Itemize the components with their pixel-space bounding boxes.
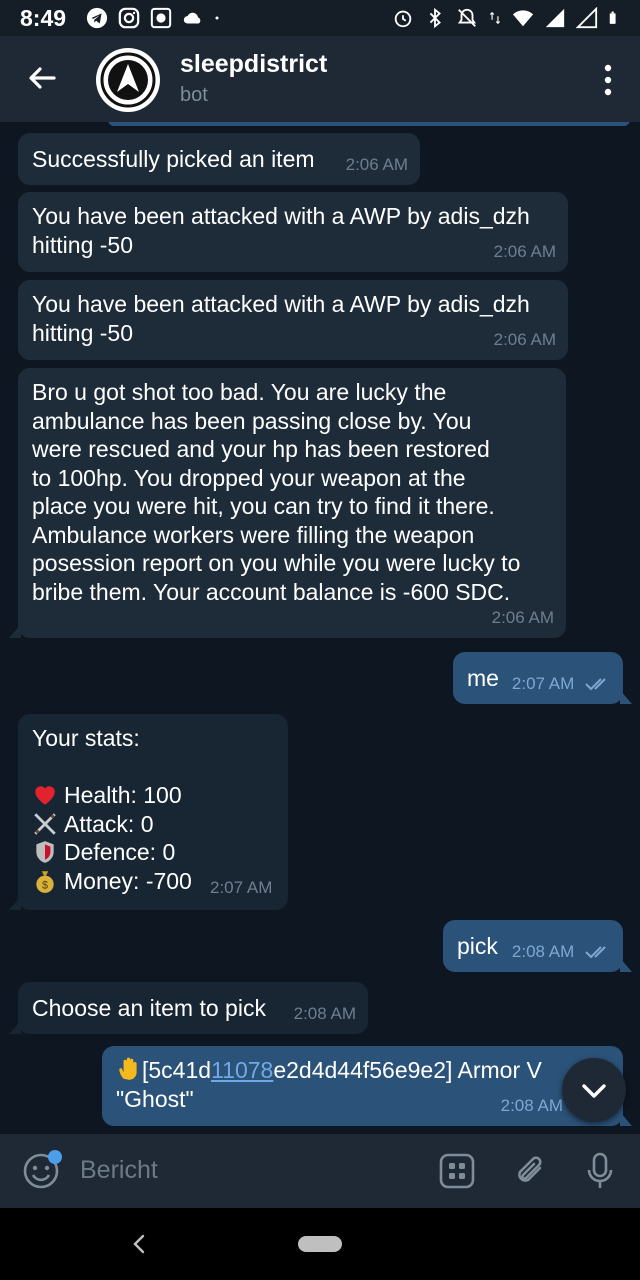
status-left-icons — [86, 7, 226, 29]
heart-icon — [35, 786, 55, 805]
money-bag-icon: $ — [36, 871, 54, 893]
data-arrows-icon — [489, 11, 501, 25]
message-text: Choose an item to pick — [32, 995, 266, 1021]
chat-area[interactable]: Successfully picked an item 2:06 AM You … — [0, 122, 640, 1134]
phone-link[interactable]: 11078 — [211, 1057, 273, 1083]
chat-title[interactable]: sleepdistrict — [180, 50, 327, 79]
battery-icon — [609, 11, 616, 24]
stat-defence: Defence: 0 — [32, 838, 274, 867]
wifi-icon — [512, 10, 534, 27]
bot-keyboard-icon[interactable] — [438, 1152, 476, 1190]
message-bubble-incoming[interactable]: Bro u got shot too bad. You are lucky th… — [9, 368, 566, 638]
message-time: 2:07 AM — [511, 673, 575, 693]
message-text: You have been attacked with a AWP by adi… — [32, 203, 530, 258]
message-text: [5c41d11078e2d4d44f56e9e2] Armor V — [116, 1056, 609, 1085]
message-bubble-incoming[interactable]: Your stats: Health: 100 Attack: 0 Defenc… — [9, 714, 288, 910]
chat-subtitle: bot — [180, 84, 208, 106]
shield-icon — [36, 841, 54, 864]
arrow-back-icon[interactable] — [22, 58, 62, 98]
message-text: pick — [457, 933, 498, 959]
paperclip-icon[interactable] — [512, 1150, 550, 1192]
nav-back-icon[interactable] — [128, 1230, 150, 1258]
stat-text: Money: -700 — [64, 867, 192, 894]
double-check-icon — [585, 678, 606, 691]
signal-icon — [545, 8, 565, 28]
avatar[interactable] — [96, 48, 160, 112]
bluetooth-icon — [429, 7, 441, 29]
signal-empty-icon — [576, 7, 598, 29]
bot-logo-icon — [100, 52, 156, 108]
message-input[interactable]: Bericht — [80, 1156, 158, 1185]
message-input-bar: Bericht — [0, 1134, 640, 1208]
status-time: 8:49 — [20, 5, 67, 31]
mic-icon[interactable] — [584, 1150, 616, 1192]
chevron-down-icon — [582, 1084, 606, 1098]
chat-header: sleepdistrict bot — [0, 36, 640, 122]
message-time: 2:07 AM — [210, 877, 273, 897]
double-check-icon — [585, 946, 606, 959]
svg-text:$: $ — [42, 879, 48, 891]
mute-icon — [457, 8, 477, 27]
stat-attack: Attack: 0 — [32, 810, 274, 839]
gallery-icon — [150, 7, 172, 29]
message-time: 2:06 AM — [493, 329, 556, 349]
alarm-icon — [394, 10, 412, 28]
message-time: 2:08 AM — [511, 941, 575, 961]
stat-text: Health: 100 — [64, 782, 182, 808]
more-vert-icon[interactable] — [598, 62, 618, 98]
instagram-icon — [118, 7, 140, 29]
message-bubble-outgoing[interactable]: me 2:07 AM — [453, 652, 632, 704]
message-time: 2:08 AM — [500, 1095, 563, 1115]
system-nav-bar — [0, 1208, 640, 1280]
stat-text: Attack: 0 — [64, 810, 154, 837]
stats-header: Your stats: — [32, 725, 140, 751]
message-text: Successfully picked an item — [32, 146, 315, 172]
message-text: Bro u got shot too bad. You are lucky th… — [32, 379, 521, 605]
item-id-prefix: [5c41d — [142, 1057, 212, 1083]
nav-home-pill[interactable] — [298, 1236, 342, 1252]
message-bubble-incoming[interactable]: You have been attacked with a AWP by adi… — [18, 192, 568, 272]
item-id-suffix: e2d4d44f56e9e2] Armor V — [273, 1057, 542, 1083]
raised-hand-icon — [119, 1057, 137, 1080]
notification-dot — [48, 1150, 62, 1164]
message-bubble-partial — [108, 122, 630, 126]
cloud-icon — [183, 12, 201, 24]
message-time: 2:08 AM — [293, 1003, 356, 1023]
stat-health: Health: 100 — [32, 781, 274, 810]
message-text: me — [467, 665, 499, 691]
message-bubble-outgoing[interactable]: pick 2:08 AM — [443, 920, 632, 972]
message-time: 2:06 AM — [493, 241, 556, 261]
status-right-icons — [392, 7, 622, 29]
crossed-swords-icon — [34, 813, 56, 835]
message-meta: 2:07 AM — [512, 670, 611, 699]
message-meta: 2:08 AM — [512, 938, 611, 967]
status-bar: 8:49 — [0, 0, 640, 36]
dot-icon — [215, 16, 219, 20]
message-bubble-incoming[interactable]: You have been attacked with a AWP by adi… — [18, 280, 568, 360]
scroll-down-button[interactable] — [562, 1058, 626, 1122]
stat-text: Defence: 0 — [64, 839, 176, 865]
message-bubble-incoming[interactable]: Choose an item to pick 2:08 AM — [9, 982, 368, 1034]
telegram-icon — [86, 7, 108, 29]
message-bubble-outgoing[interactable]: [5c41d11078e2d4d44f56e9e2] Armor V "Ghos… — [102, 1046, 632, 1126]
message-time: 2:06 AM — [345, 154, 408, 174]
message-text: You have been attacked with a AWP by adi… — [32, 291, 530, 346]
message-bubble-incoming[interactable]: Successfully picked an item 2:06 AM — [18, 133, 420, 185]
message-time: 2:06 AM — [491, 607, 554, 627]
